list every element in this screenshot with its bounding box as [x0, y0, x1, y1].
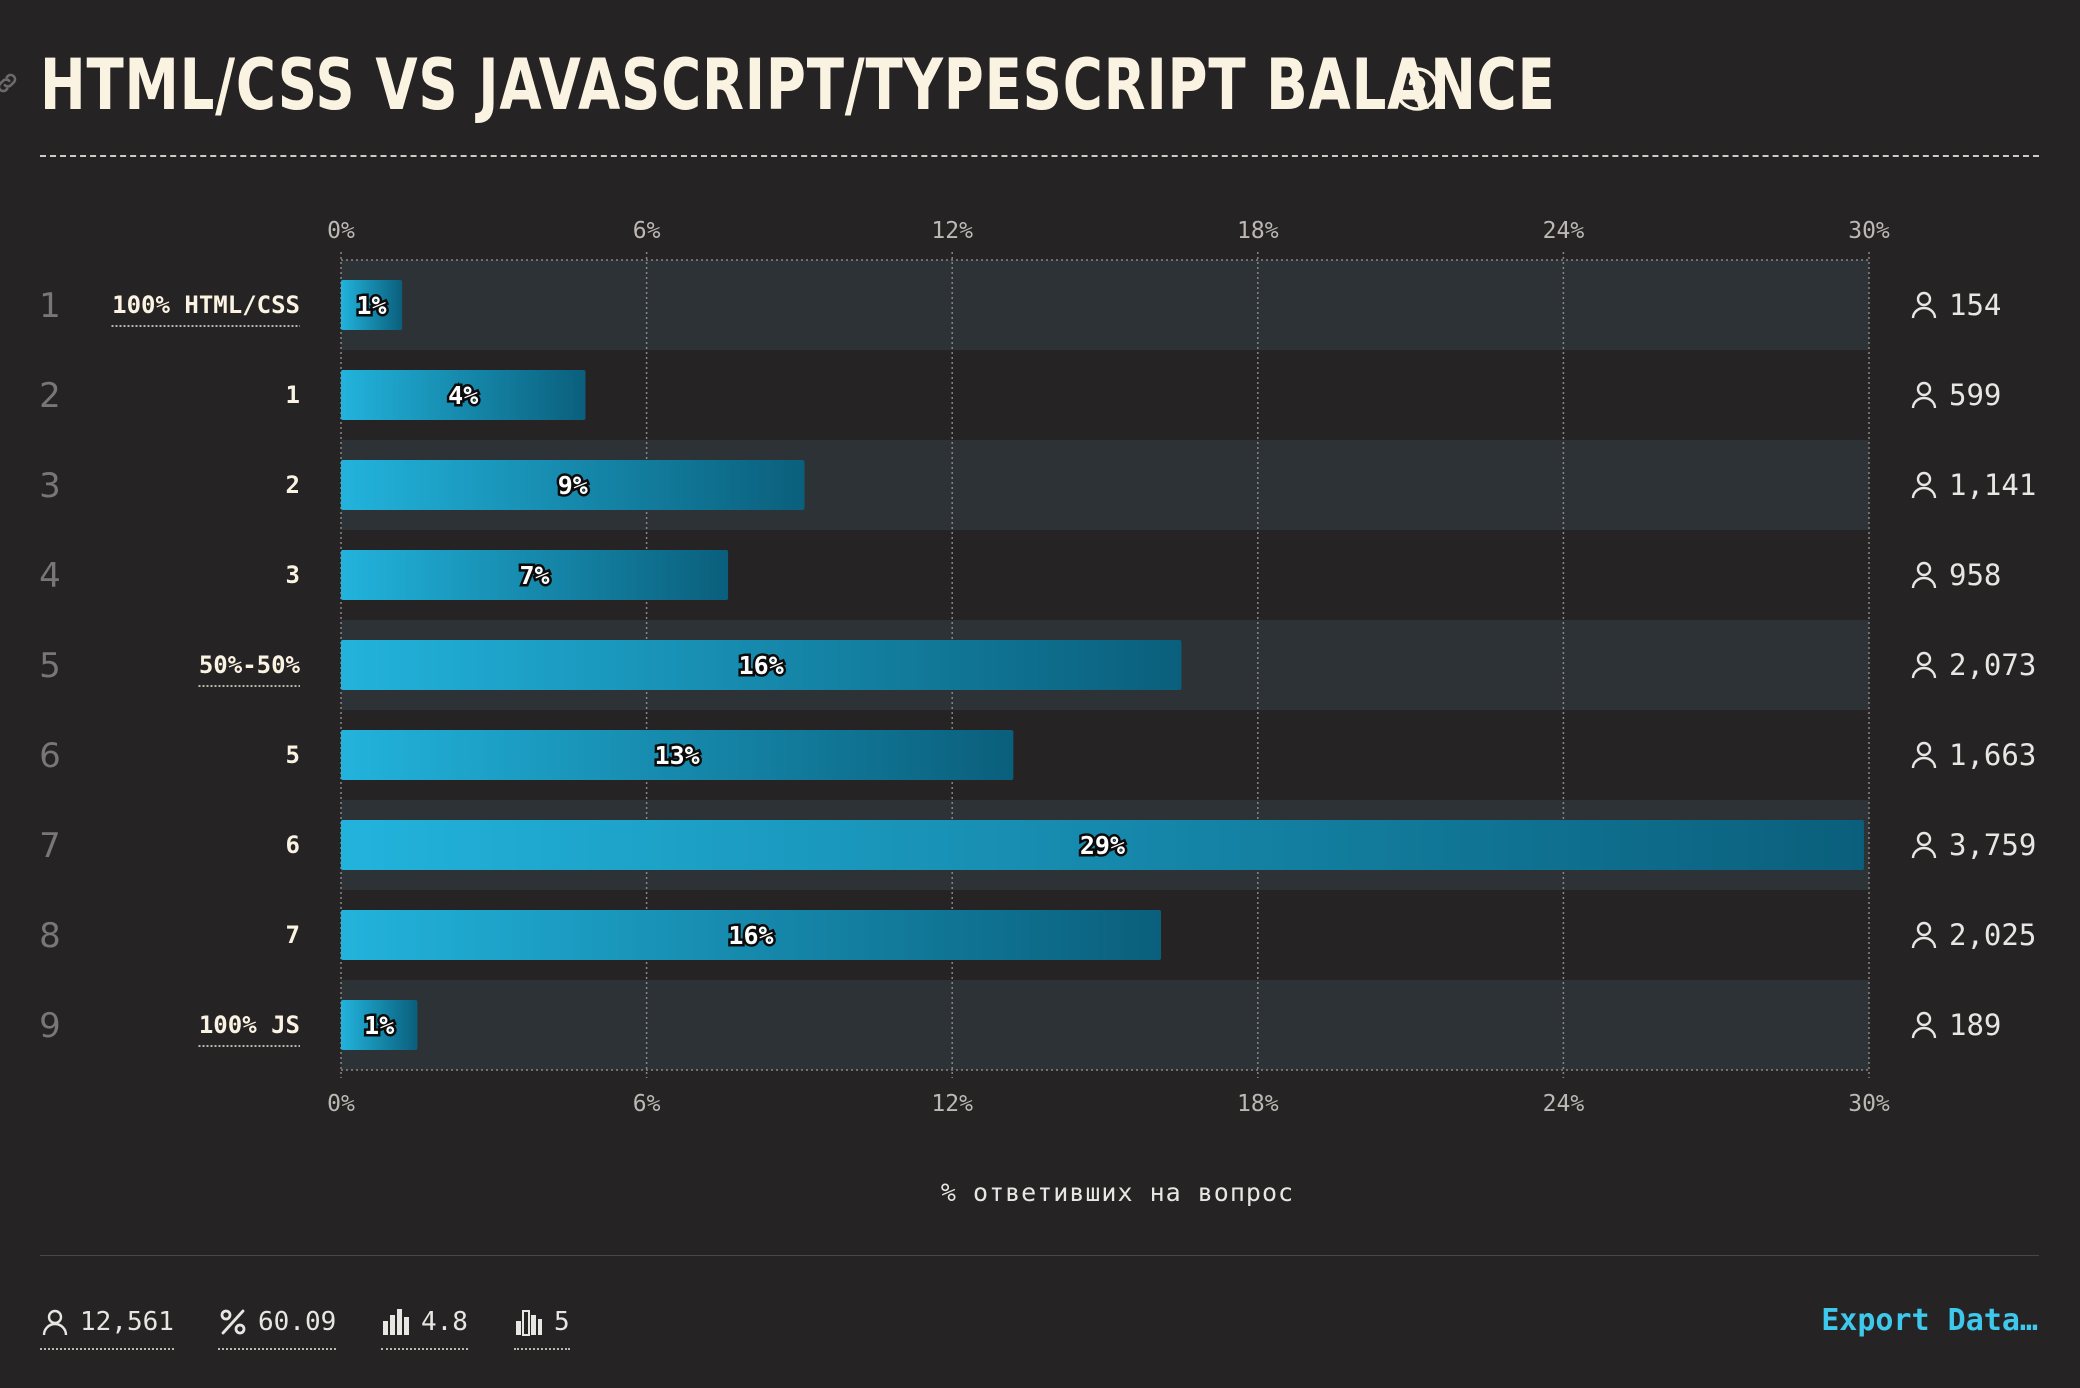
row-band: [341, 980, 1869, 1070]
user-icon: [42, 1309, 68, 1336]
stat-percentage-value: 60.09: [258, 1307, 337, 1337]
row-band: [341, 260, 1869, 350]
respondent-count: 3,759: [1949, 828, 2036, 862]
category-label: 5: [286, 741, 300, 769]
data-label: 4%: [448, 381, 478, 410]
user-icon: [1911, 741, 1937, 769]
category-label: 100% JS: [199, 1011, 300, 1039]
row-number: 9: [39, 1006, 61, 1046]
stat-median[interactable]: 5: [514, 1300, 570, 1350]
respondent-count: 1,663: [1949, 738, 2036, 772]
row-number: 5: [39, 646, 61, 686]
user-icon: [1911, 921, 1937, 949]
user-icon: [1911, 381, 1937, 409]
stat-average[interactable]: 4.8: [381, 1300, 468, 1350]
x-tick-label-top: 18%: [1237, 218, 1279, 244]
x-tick-label-top: 6%: [633, 218, 661, 244]
x-tick-label-bottom: 0%: [327, 1091, 355, 1117]
data-label: 1%: [364, 1011, 394, 1040]
x-tick-label-top: 0%: [327, 218, 355, 244]
data-label: 9%: [558, 471, 588, 500]
row-number: 4: [39, 556, 61, 596]
row-number: 1: [39, 286, 61, 326]
data-label: 16%: [739, 651, 784, 680]
x-tick-label-bottom: 30%: [1848, 1091, 1890, 1117]
bar-chart: 0%0%6%6%12%12%18%18%24%24%30%30%1 100% HT…: [39, 218, 2036, 1117]
x-tick-label-top: 12%: [931, 218, 973, 244]
category-label: 7: [286, 921, 300, 949]
help-icon[interactable]: [1392, 64, 1442, 114]
category-label: 50%-50%: [199, 651, 301, 679]
row-number: 7: [39, 826, 61, 866]
bar-chart-outline-icon: [516, 1310, 542, 1336]
category-label: 1: [286, 381, 300, 409]
page-title: HTML/CSS VS JAVASCRIPT/TYPESCRIPT BALANC…: [40, 44, 1556, 126]
user-icon: [1911, 1011, 1937, 1039]
respondent-count: 154: [1949, 288, 2001, 322]
user-icon: [1911, 291, 1937, 319]
export-data-link[interactable]: Export Data…: [1821, 1303, 2038, 1338]
stat-respondents-value: 12,561: [80, 1307, 174, 1337]
stat-percentage[interactable]: 60.09: [218, 1300, 337, 1350]
row-number: 2: [39, 376, 61, 416]
category-label: 6: [286, 831, 300, 859]
percent-icon: [220, 1309, 246, 1335]
bar-chart-icon: [383, 1309, 409, 1335]
link-icon[interactable]: [0, 70, 20, 96]
user-icon: [1911, 471, 1937, 499]
category-label: 2: [286, 471, 300, 499]
user-icon: [1911, 651, 1937, 679]
footer-divider: [40, 1255, 2039, 1256]
category-label: 100% HTML/CSS: [112, 291, 300, 319]
x-axis-title: % ответивших на вопрос: [940, 1178, 1295, 1207]
data-label: 1%: [357, 291, 387, 320]
row-number: 6: [39, 736, 61, 776]
respondent-count: 189: [1949, 1008, 2001, 1042]
data-label: 13%: [655, 741, 700, 770]
stat-average-value: 4.8: [421, 1307, 468, 1337]
x-tick-label-bottom: 12%: [931, 1091, 973, 1117]
respondent-count: 599: [1949, 378, 2001, 412]
data-label: 16%: [728, 921, 773, 950]
data-label: 29%: [1080, 831, 1125, 860]
user-icon: [1911, 561, 1937, 589]
user-icon: [1911, 831, 1937, 859]
x-tick-label-top: 30%: [1848, 218, 1890, 244]
x-tick-label-top: 24%: [1543, 218, 1585, 244]
row-number: 3: [39, 466, 61, 506]
x-tick-label-bottom: 6%: [633, 1091, 661, 1117]
category-label: 3: [286, 561, 300, 589]
stat-median-value: 5: [554, 1307, 570, 1337]
data-label: 7%: [519, 561, 549, 590]
respondent-count: 1,141: [1949, 468, 2036, 502]
title-divider: [40, 155, 2039, 157]
x-tick-label-bottom: 18%: [1237, 1091, 1279, 1117]
x-tick-label-bottom: 24%: [1543, 1091, 1585, 1117]
stat-respondents[interactable]: 12,561: [40, 1300, 174, 1350]
respondent-count: 2,025: [1949, 918, 2036, 952]
respondent-count: 958: [1949, 558, 2001, 592]
row-number: 8: [39, 916, 61, 956]
respondent-count: 2,073: [1949, 648, 2036, 682]
